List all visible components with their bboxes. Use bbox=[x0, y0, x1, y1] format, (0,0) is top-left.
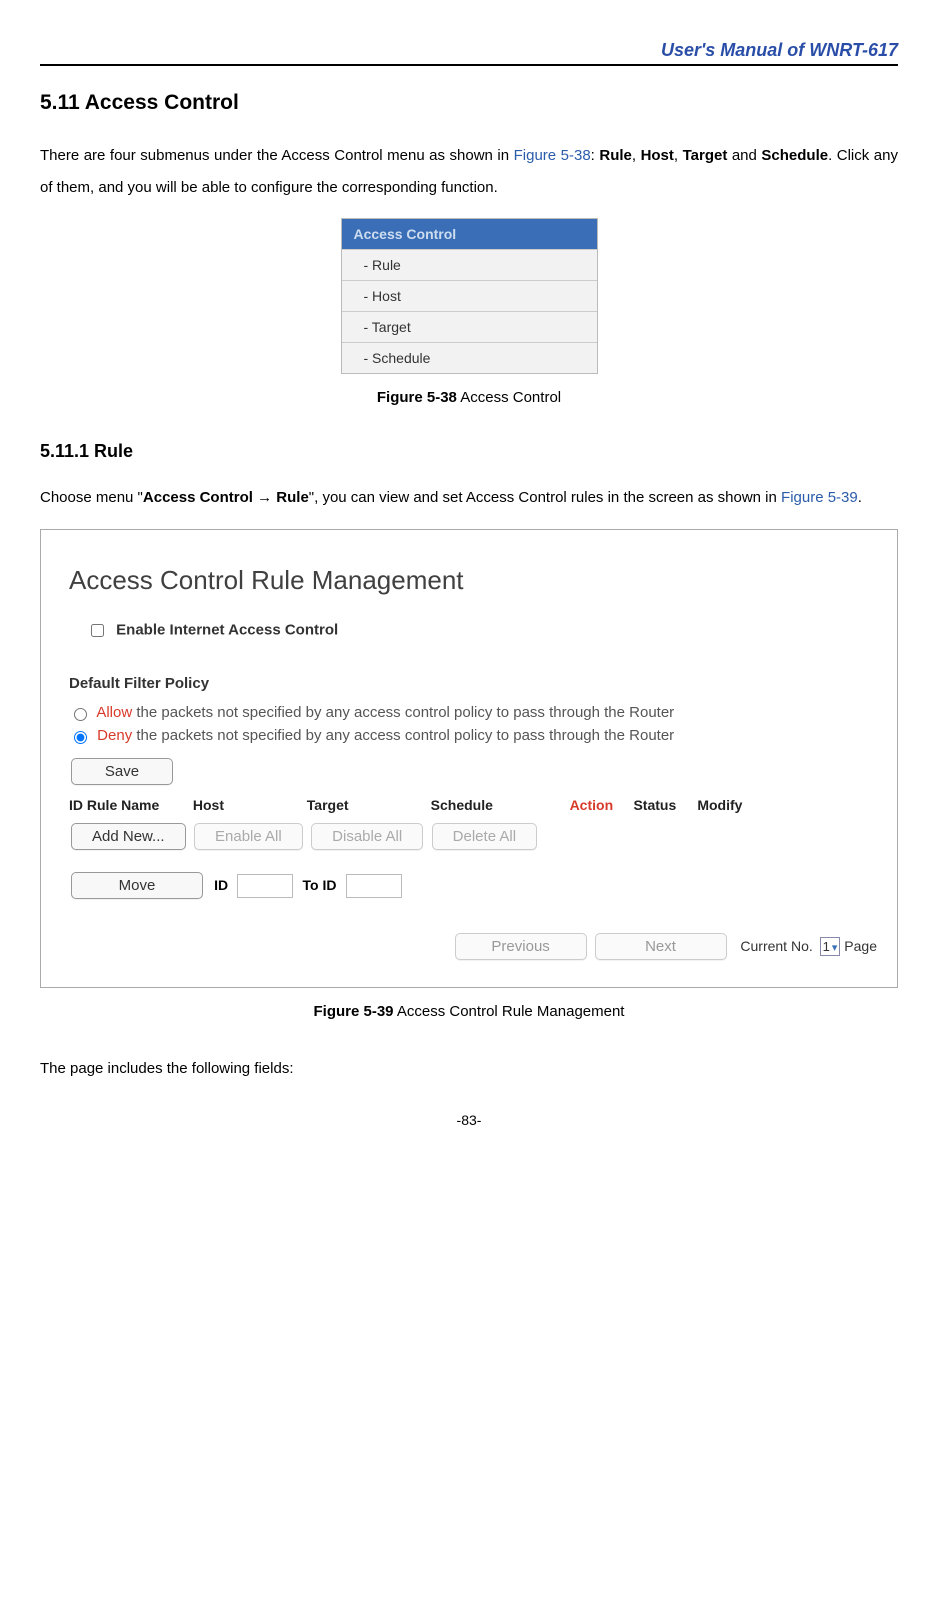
menu-header[interactable]: Access Control bbox=[342, 219, 597, 249]
figure-text: Access Control bbox=[457, 389, 561, 406]
move-row: Move ID To ID bbox=[69, 870, 877, 901]
pager-row: Previous Next Current No. 1▾ Page bbox=[69, 931, 877, 962]
menu-item-target[interactable]: - Target bbox=[342, 311, 597, 342]
menu-name-target: Target bbox=[683, 147, 728, 164]
menu-name-schedule: Schedule bbox=[761, 147, 828, 164]
current-no-label: Current No. bbox=[740, 938, 812, 954]
section-heading: 5.11 Access Control bbox=[40, 91, 898, 115]
col-target: Target bbox=[307, 797, 427, 813]
move-id-label: ID bbox=[214, 877, 228, 893]
page-select[interactable]: 1▾ bbox=[820, 937, 841, 956]
col-modify: Modify bbox=[697, 797, 742, 813]
breadcrumb-rule: Rule bbox=[276, 489, 309, 506]
deny-text: the packets not specified by any access … bbox=[132, 727, 674, 744]
text: , bbox=[632, 147, 641, 164]
subsection-heading: 5.11.1 Rule bbox=[40, 441, 898, 462]
deny-policy-row: Deny the packets not specified by any ac… bbox=[69, 727, 877, 744]
previous-button[interactable]: Previous bbox=[455, 933, 587, 960]
default-filter-policy-heading: Default Filter Policy bbox=[69, 675, 877, 692]
footer-text: The page includes the following fields: bbox=[40, 1060, 898, 1077]
delete-all-button[interactable]: Delete All bbox=[432, 823, 537, 850]
figure-text: Access Control Rule Management bbox=[394, 1003, 625, 1020]
allow-policy-row: Allow the packets not specified by any a… bbox=[69, 704, 877, 721]
save-button[interactable]: Save bbox=[71, 758, 173, 785]
col-rule-name: ID Rule Name bbox=[69, 797, 189, 813]
move-id-input[interactable] bbox=[237, 874, 293, 898]
disable-all-button[interactable]: Disable All bbox=[311, 823, 423, 850]
enable-access-control-row: Enable Internet Access Control bbox=[87, 621, 877, 640]
figure-5-39-caption: Figure 5-39 Access Control Rule Manageme… bbox=[40, 1003, 898, 1020]
add-new-button[interactable]: Add New... bbox=[71, 823, 186, 850]
move-button[interactable]: Move bbox=[71, 872, 203, 899]
allow-label: Allow bbox=[96, 704, 132, 721]
figure-link-5-39[interactable]: Figure 5-39 bbox=[781, 489, 858, 506]
menu-item-schedule[interactable]: - Schedule bbox=[342, 342, 597, 373]
text: , bbox=[674, 147, 683, 164]
enable-access-control-label: Enable Internet Access Control bbox=[116, 621, 338, 638]
text: Choose menu " bbox=[40, 489, 143, 506]
deny-label: Deny bbox=[97, 727, 132, 744]
rule-management-panel: Access Control Rule Management Enable In… bbox=[40, 529, 898, 988]
subsection-intro: Choose menu "Access Control → Rule", you… bbox=[40, 482, 898, 514]
menu-name-rule: Rule bbox=[599, 147, 632, 164]
next-button[interactable]: Next bbox=[595, 933, 727, 960]
move-to-id-input[interactable] bbox=[346, 874, 402, 898]
col-status: Status bbox=[633, 797, 693, 813]
col-action: Action bbox=[570, 797, 630, 813]
action-button-row: Add New... Enable All Disable All Delete… bbox=[69, 821, 877, 852]
page-value: 1 bbox=[823, 939, 830, 954]
figure-5-38-caption: Figure 5-38 Access Control bbox=[40, 389, 898, 406]
figure-label: Figure 5-38 bbox=[377, 389, 457, 406]
text: . bbox=[858, 489, 862, 506]
text: There are four submenus under the Access… bbox=[40, 147, 514, 164]
text: and bbox=[727, 147, 761, 164]
panel-title: Access Control Rule Management bbox=[69, 565, 877, 596]
enable-access-control-checkbox[interactable] bbox=[91, 624, 104, 637]
col-host: Host bbox=[193, 797, 303, 813]
menu-name-host: Host bbox=[641, 147, 674, 164]
text: ", you can view and set Access Control r… bbox=[309, 489, 781, 506]
enable-all-button[interactable]: Enable All bbox=[194, 823, 303, 850]
page-number: -83- bbox=[40, 1112, 898, 1128]
menu-item-rule[interactable]: - Rule bbox=[342, 249, 597, 280]
page-label: Page bbox=[844, 938, 877, 954]
breadcrumb-access-control: Access Control bbox=[143, 489, 253, 506]
chevron-down-icon: ▾ bbox=[832, 942, 838, 954]
allow-policy-radio[interactable] bbox=[74, 708, 87, 721]
access-control-menu: Access Control - Rule - Host - Target - … bbox=[341, 218, 598, 374]
header-divider bbox=[40, 64, 898, 66]
menu-item-host[interactable]: - Host bbox=[342, 280, 597, 311]
allow-text: the packets not specified by any access … bbox=[132, 704, 674, 721]
figure-label: Figure 5-39 bbox=[314, 1003, 394, 1020]
move-to-id-label: To ID bbox=[303, 877, 337, 893]
figure-link-5-38[interactable]: Figure 5-38 bbox=[514, 147, 591, 164]
header-doc-title: User's Manual of WNRT-617 bbox=[40, 40, 898, 61]
arrow-icon: → bbox=[253, 489, 276, 506]
col-schedule: Schedule bbox=[431, 797, 566, 813]
section-intro: There are four submenus under the Access… bbox=[40, 140, 898, 203]
deny-policy-radio[interactable] bbox=[74, 731, 87, 744]
rule-table-header: ID Rule Name Host Target Schedule Action… bbox=[69, 797, 877, 813]
